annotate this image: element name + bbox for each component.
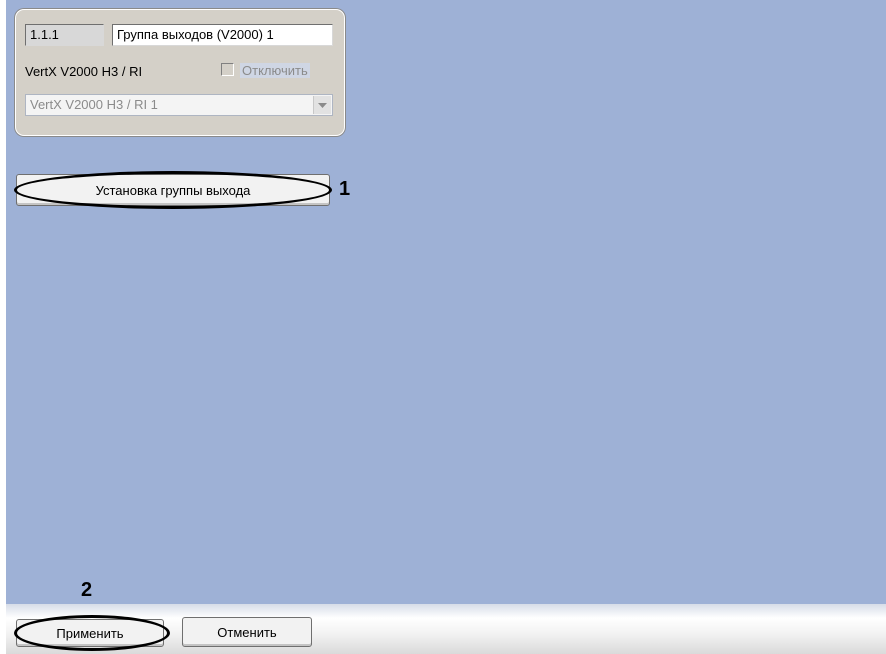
device-select-value: VertX V2000 H3 / RI 1	[30, 97, 158, 112]
callout-number-1: 1	[339, 178, 351, 200]
chevron-down-icon-glyph	[318, 102, 327, 108]
cancel-button[interactable]: Отменить	[182, 617, 312, 647]
output-group-box: 1.1.1 Группа выходов (V2000) 1 VertX V20…	[16, 10, 344, 135]
disable-checkbox[interactable]	[221, 63, 234, 76]
chevron-down-icon[interactable]	[313, 96, 331, 114]
settings-panel: 1.1.1 Группа выходов (V2000) 1 VertX V20…	[6, 0, 886, 604]
callout-number-2: 2	[81, 579, 93, 601]
apply-button[interactable]: Применить	[16, 619, 164, 647]
setup-output-group-button[interactable]: Установка группы выхода	[16, 174, 330, 206]
device-select[interactable]: VertX V2000 H3 / RI 1	[25, 94, 333, 116]
address-field[interactable]: 1.1.1	[25, 24, 104, 46]
disable-label: Отключить	[240, 63, 310, 78]
group-name-field[interactable]: Группа выходов (V2000) 1	[112, 24, 333, 46]
device-label: VertX V2000 H3 / RI	[25, 64, 143, 79]
